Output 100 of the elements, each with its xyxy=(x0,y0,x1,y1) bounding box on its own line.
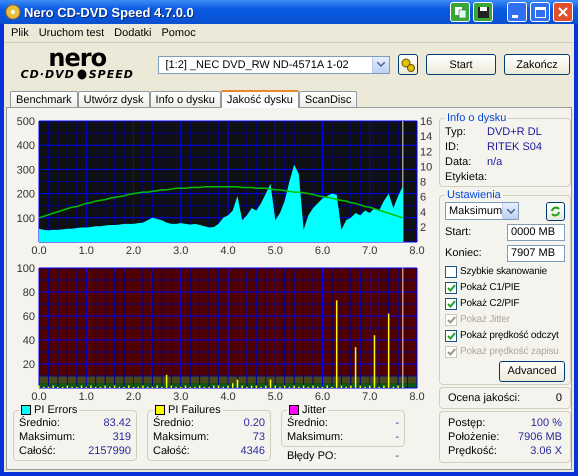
drive-select[interactable]: [1:2] _NEC DVD_RW ND-4571A 1-02 xyxy=(158,56,390,74)
axis-label: 10 xyxy=(420,161,432,174)
window-title: Nero CD-DVD Speed 4.7.0.0 xyxy=(24,4,195,20)
checkbox[interactable] xyxy=(445,266,457,278)
refresh-button[interactable] xyxy=(546,202,565,220)
disc-icon xyxy=(5,4,21,20)
axis-label: 6 xyxy=(420,192,426,204)
axis-label: 2.0 xyxy=(126,245,142,257)
stat-value: 73 xyxy=(252,431,265,443)
stat-label: Średnio: xyxy=(153,417,194,429)
axis-label: 3.0 xyxy=(173,245,188,257)
axis-label: 6.0 xyxy=(314,245,330,257)
axis-label: 0.0 xyxy=(31,391,47,403)
group-title: Info o dysku xyxy=(446,112,508,124)
progress-value: 100 % xyxy=(530,417,562,429)
info-value: RITEK S04 xyxy=(487,140,542,152)
axis-label: 500 xyxy=(16,116,35,128)
chevron-down-icon xyxy=(506,208,515,214)
checkbox-label: Pokaż prędkość odczyt xyxy=(460,330,559,341)
save-button[interactable] xyxy=(473,2,493,22)
checkbox[interactable] xyxy=(445,298,457,310)
end-field[interactable]: 7907 MB xyxy=(507,244,565,262)
checkbox-label: Pokaż C1/PIE xyxy=(460,282,520,293)
axis-label: 2.0 xyxy=(126,391,142,403)
info-label: ID: xyxy=(445,140,460,152)
axis-label: 8.0 xyxy=(409,245,425,257)
refresh-drive-button[interactable] xyxy=(398,54,418,75)
menu-item[interactable]: Dodatki xyxy=(109,27,156,39)
field-label: Start: xyxy=(445,226,472,238)
axis-label: 1.0 xyxy=(78,391,94,403)
refresh-icon xyxy=(550,204,561,218)
menu-item[interactable]: Uruchom test xyxy=(34,27,110,39)
axis-label: 100 xyxy=(16,212,35,225)
stat-value: 83.42 xyxy=(103,417,131,429)
checkbox-label: Pokaż C2/PIF xyxy=(460,298,520,309)
stat-value: - xyxy=(395,431,399,443)
axis-label: 40 xyxy=(22,335,35,347)
stat-value: - xyxy=(395,417,399,429)
checkbox-label: Pokaż prędkość zapisu xyxy=(460,346,559,357)
disc-icon xyxy=(76,69,88,80)
start-field[interactable]: 0000 MB xyxy=(507,224,565,240)
gears-icon xyxy=(401,58,415,72)
stat-value: 0.20 xyxy=(244,417,265,429)
axis-label: 4 xyxy=(420,206,426,219)
start-button[interactable]: Start xyxy=(426,54,496,75)
field-label: Koniec: xyxy=(445,247,482,259)
axis-label: 60 xyxy=(22,311,35,323)
info-value: n/a xyxy=(487,156,502,168)
progress-label: Postęp: xyxy=(448,417,486,429)
tab[interactable]: Jakość dysku xyxy=(220,90,299,108)
stat-value: 4346 xyxy=(240,445,265,457)
axis-label: 7.0 xyxy=(362,245,378,257)
axis-label: 16 xyxy=(420,116,432,128)
quality-label: Ocena jakości: xyxy=(448,392,520,404)
stat-label: Całość: xyxy=(153,445,190,457)
axis-label: 1.0 xyxy=(78,245,94,257)
axis-label: 200 xyxy=(16,188,35,201)
axis-label: 400 xyxy=(16,140,35,152)
axis-label: 8.0 xyxy=(409,391,425,403)
tab[interactable]: Info o dysku xyxy=(150,91,221,107)
stat-value: 2157990 xyxy=(88,445,131,457)
minimize-button[interactable] xyxy=(507,2,527,22)
checkbox-label: Szybkie skanowanie xyxy=(460,266,548,277)
stat-value: - xyxy=(395,450,399,462)
menu-item[interactable]: Pomoc xyxy=(156,27,201,39)
logo-text: CD·DVD xyxy=(20,68,75,81)
axis-label: 20 xyxy=(22,359,35,371)
tab[interactable]: Benchmark xyxy=(10,91,78,107)
checkbox-label: Pokaż Jitter xyxy=(460,314,510,325)
speed-select[interactable]: Maksimum xyxy=(445,202,519,220)
quality-value: 0 xyxy=(556,392,562,404)
stat-label: Maksimum: xyxy=(19,431,76,443)
checkbox[interactable] xyxy=(445,282,457,294)
info-value: DVD+R DL xyxy=(487,126,542,138)
tab[interactable]: ScanDisc xyxy=(298,91,358,107)
checkbox[interactable] xyxy=(445,330,457,342)
logo-text: SPEED xyxy=(88,68,134,81)
advanced-button[interactable]: Advanced xyxy=(499,360,565,382)
close-button[interactable] xyxy=(553,2,573,22)
copy-button[interactable] xyxy=(450,2,470,22)
group-title: Jitter xyxy=(302,404,326,416)
tab[interactable]: Utwórz dysk xyxy=(78,91,150,107)
chevron-down-icon xyxy=(377,62,385,67)
menu-item[interactable]: Plik xyxy=(6,27,34,39)
axis-label: 2 xyxy=(420,222,426,234)
axis-label: 3.0 xyxy=(173,391,188,403)
stat-label: Całość: xyxy=(19,445,56,457)
axis-label: 300 xyxy=(16,164,35,176)
stat-label: Maksimum: xyxy=(153,431,210,443)
maximize-button[interactable] xyxy=(530,2,550,22)
axis-label: 4.0 xyxy=(220,245,236,257)
stat-label: Średnio: xyxy=(19,417,60,429)
progress-value: 3.06 X xyxy=(530,445,562,457)
minimize-icon xyxy=(512,14,518,18)
group-title: Ustawienia xyxy=(446,189,502,201)
axis-label: 0.0 xyxy=(31,245,47,257)
progress-label: Położenie: xyxy=(448,431,500,443)
stat-label: Maksimum: xyxy=(287,431,344,443)
exit-button[interactable]: Zakończ xyxy=(504,54,570,75)
maximize-icon xyxy=(534,6,546,18)
